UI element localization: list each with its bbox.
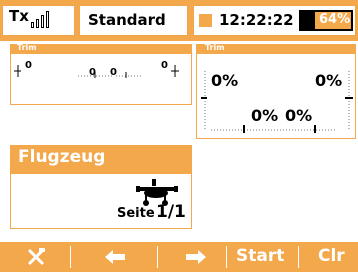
trim-panel-large: Trim 0% 0% 0% 0% xyxy=(196,43,356,139)
trim-value-2: 0 xyxy=(89,67,96,78)
function-bar: Start Clr xyxy=(0,242,358,272)
status-bar: Tx Standard 12:22:22 64% xyxy=(0,0,358,41)
battery-icon: 64% xyxy=(299,10,353,31)
timer-indicator-icon xyxy=(199,14,212,27)
clear-label: Clr xyxy=(318,246,345,266)
trim-panel-small: Trim 0 0 0 0 xyxy=(10,43,192,105)
trim-percent-3: 0% xyxy=(251,106,279,125)
model-type-title: Flugzeug xyxy=(18,147,106,167)
battery-percent: 64% xyxy=(319,12,351,27)
arrow-left-icon xyxy=(105,250,125,264)
model-name-box[interactable]: Standard xyxy=(79,5,188,36)
model-name: Standard xyxy=(88,11,166,29)
previous-button[interactable] xyxy=(71,242,157,272)
trim-indicators xyxy=(14,65,179,78)
start-button[interactable]: Start xyxy=(227,242,298,272)
transmitter-signal: Tx xyxy=(2,5,75,36)
clear-button[interactable]: Clr xyxy=(299,242,358,272)
start-label: Start xyxy=(236,246,285,266)
trim-percent-2: 0% xyxy=(315,71,343,90)
trim-value-1: 0 xyxy=(25,60,32,71)
arrow-right-icon xyxy=(186,250,206,264)
wrench-screwdriver-icon xyxy=(27,248,45,266)
clock-time: 12:22:22 xyxy=(219,11,294,29)
trim-percent-1: 0% xyxy=(211,71,239,90)
tools-button[interactable] xyxy=(0,242,70,272)
signal-bar-1 xyxy=(31,22,34,28)
trim-percent-4: 0% xyxy=(285,106,313,125)
signal-bar-2 xyxy=(36,19,39,28)
page-number: 1/1 xyxy=(156,202,186,222)
model-card[interactable]: Flugzeug Seite 1/1 xyxy=(10,145,192,229)
signal-bar-4 xyxy=(46,11,49,28)
tx-label: Tx xyxy=(9,7,29,25)
page-label: Seite xyxy=(117,206,155,221)
next-button[interactable] xyxy=(158,242,226,272)
trim-value-3: 0 xyxy=(110,67,117,78)
clock-box: 12:22:22 64% xyxy=(193,5,356,36)
signal-bar-3 xyxy=(41,15,44,28)
trim-value-4: 0 xyxy=(161,60,168,71)
